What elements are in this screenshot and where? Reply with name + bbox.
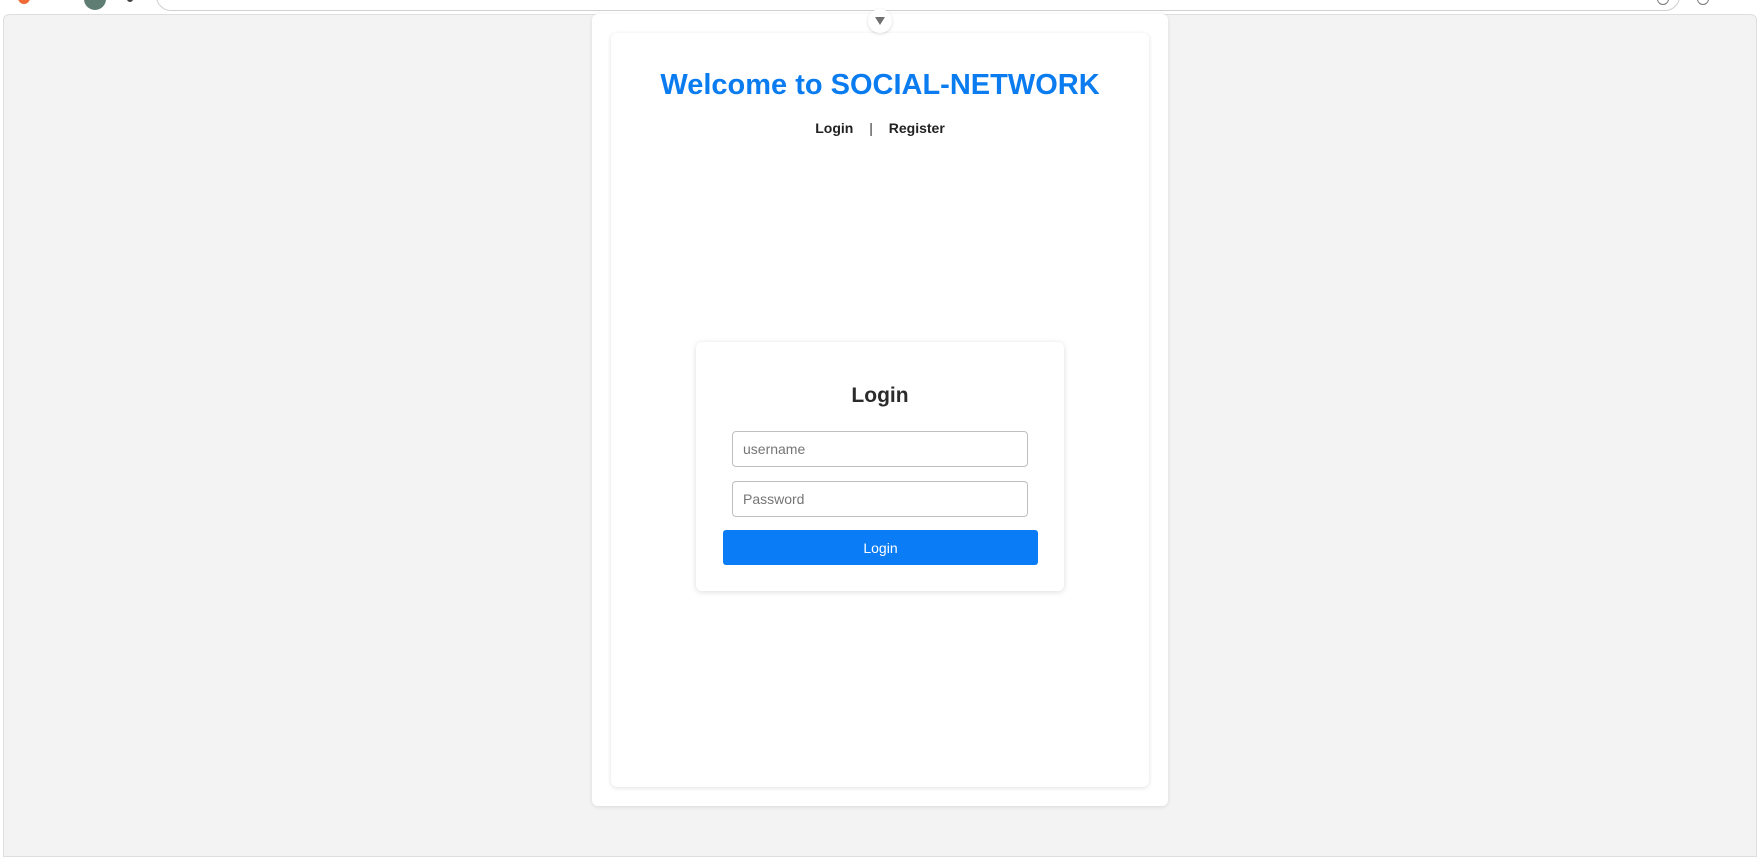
login-card: Login Login [696, 342, 1064, 591]
settings-icon[interactable] [1697, 0, 1709, 5]
password-input[interactable] [732, 481, 1028, 517]
site-title: Welcome to SOCIAL-NETWORK [660, 69, 1100, 101]
profile-avatar[interactable] [84, 0, 106, 10]
login-heading: Login [851, 384, 909, 407]
collapse-handle[interactable] [868, 9, 892, 33]
top-nav: Login | Register [611, 120, 1149, 136]
address-bar[interactable] [156, 0, 1680, 11]
app-panel: Welcome to SOCIAL-NETWORK Login | Regist… [611, 33, 1149, 787]
nav-separator: | [869, 120, 873, 136]
extension-icon[interactable] [127, 0, 133, 2]
browser-logo-icon[interactable] [18, 0, 30, 4]
nav-login-link[interactable]: Login [815, 120, 853, 136]
username-input[interactable] [732, 431, 1028, 467]
login-button[interactable]: Login [723, 530, 1038, 565]
nav-register-link[interactable]: Register [889, 120, 945, 136]
chevron-down-icon [875, 17, 885, 25]
